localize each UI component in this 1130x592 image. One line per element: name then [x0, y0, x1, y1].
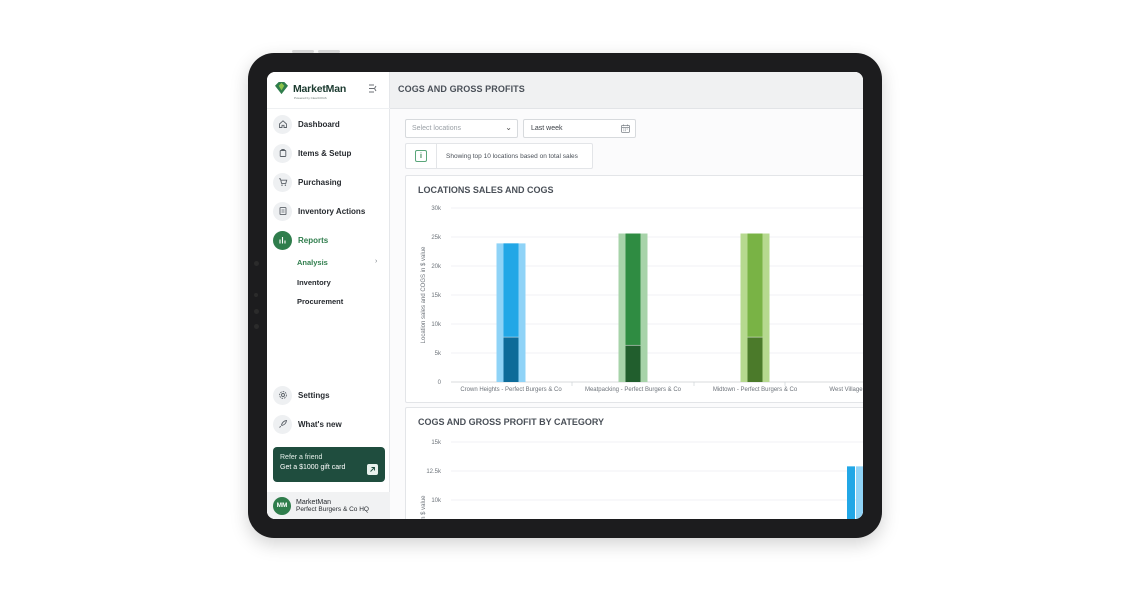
- y-tick-label: 0: [438, 380, 442, 386]
- tablet-camera-dot: [254, 261, 259, 266]
- y-tick-label: 15k: [431, 440, 442, 446]
- avatar: MM: [273, 496, 291, 515]
- refer-subtitle: Get a $1000 gift card: [280, 464, 346, 471]
- y-tick-label: 20k: [431, 264, 442, 270]
- logo-text: MarketMan: [293, 82, 347, 95]
- app-screen: MarketMan Powered by ClearCOGS Dashboard…: [267, 72, 863, 519]
- rocket-icon: [273, 414, 292, 434]
- bar: [747, 337, 763, 382]
- sidebar-subitem-inventory[interactable]: Inventory: [297, 278, 331, 287]
- sidebar-item-settings[interactable]: Settings: [273, 385, 330, 405]
- items-icon: [273, 143, 292, 163]
- y-axis-label: COGS in $ value: [421, 495, 427, 519]
- calendar-icon: [621, 124, 630, 133]
- y-tick-label: 10k: [431, 498, 442, 504]
- info-banner: i Showing top 10 locations based on tota…: [405, 143, 593, 169]
- inventory-icon: [273, 201, 292, 221]
- tablet-camera-dot: [254, 293, 258, 297]
- tablet-button: [292, 50, 314, 53]
- refer-friend-card[interactable]: Refer a friend Get a $1000 gift card: [273, 447, 385, 482]
- sidebar-item-dashboard[interactable]: Dashboard: [273, 114, 340, 134]
- bar: [625, 345, 641, 382]
- sidebar-item-purchasing[interactable]: Purchasing: [273, 172, 342, 192]
- logo-subtext: Powered by ClearCOGS: [294, 96, 327, 100]
- cogs-gross-profit-chart: 10k 12.5k 15k COGS in $ value: [421, 440, 863, 519]
- y-axis-label: Location sales and COGS in $ value: [421, 246, 427, 343]
- sidebar-item-label: Inventory Actions: [298, 206, 366, 216]
- x-tick-label: West Village: [829, 387, 863, 393]
- bar: [625, 233, 641, 346]
- tablet-button: [318, 50, 340, 53]
- home-icon: [273, 114, 292, 134]
- tablet-camera-dot: [254, 309, 259, 314]
- sidebar-item-label: Purchasing: [298, 177, 342, 187]
- chevron-down-icon: ⌄: [505, 123, 512, 132]
- sidebar: MarketMan Powered by ClearCOGS Dashboard…: [267, 72, 390, 519]
- page-title: COGS AND GROSS PROFITS: [398, 84, 525, 94]
- sidebar-item-reports[interactable]: Reports: [273, 230, 328, 250]
- x-tick-label: Crown Heights - Perfect Burgers & Co: [460, 387, 562, 393]
- cogs-gross-profit-card: COGS AND GROSS PROFIT BY CATEGORY 10k 12.…: [405, 407, 863, 519]
- x-tick-label: Midtown - Perfect Burgers & Co: [713, 387, 798, 393]
- sidebar-item-items-setup[interactable]: Items & Setup: [273, 143, 351, 163]
- x-tick-label: Meatpacking - Perfect Burgers & Co: [585, 387, 682, 393]
- bar: [503, 243, 519, 338]
- bar: [503, 337, 519, 382]
- stage: MarketMan Powered by ClearCOGS Dashboard…: [0, 0, 1130, 592]
- sidebar-item-label: Settings: [298, 390, 330, 400]
- logo[interactable]: MarketMan: [274, 82, 346, 95]
- location-select-placeholder: Select locations: [412, 125, 462, 132]
- logo-icon: [275, 82, 288, 95]
- bar: [747, 233, 763, 338]
- location-sales-cogs-chart: 0 5k 10k 15k 20k 25k 30k Location sales and COG…: [421, 206, 863, 393]
- reports-icon: [273, 230, 292, 250]
- y-tick-label: 5k: [435, 351, 442, 357]
- bar: [847, 466, 855, 519]
- user-profile[interactable]: MM MarketMan Perfect Burgers & Co HQ: [267, 492, 390, 519]
- tablet-frame: MarketMan Powered by ClearCOGS Dashboard…: [248, 50, 882, 538]
- y-tick-label: 25k: [431, 235, 442, 241]
- bar: [856, 466, 863, 519]
- sidebar-item-whats-new[interactable]: What's new: [273, 414, 342, 434]
- user-name: MarketMan: [296, 498, 332, 506]
- info-divider: [436, 144, 437, 168]
- sidebar-divider: [267, 108, 390, 109]
- sidebar-item-label: Items & Setup: [298, 148, 352, 158]
- tablet-camera-dot: [254, 324, 259, 329]
- sidebar-item-label: Dashboard: [298, 119, 340, 129]
- sidebar-item-label: What's new: [298, 419, 342, 429]
- location-select[interactable]: Select locations ⌄: [405, 119, 518, 138]
- cart-icon: [273, 172, 292, 192]
- y-tick-label: 15k: [431, 293, 442, 299]
- chevron-right-icon: ›: [375, 258, 378, 265]
- location-sales-cogs-card: LOCATIONS SALES AND COGS 0 5k 10k 15k 20k 25k…: [405, 175, 863, 403]
- info-text: Showing top 10 locations based on total …: [446, 153, 578, 160]
- y-tick-label: 30k: [431, 206, 442, 212]
- date-range-field[interactable]: Last week: [523, 119, 636, 138]
- gear-icon: [273, 385, 292, 405]
- page-header: COGS AND GROSS PROFITS: [390, 72, 863, 109]
- date-range-value: Last week: [531, 125, 563, 132]
- y-tick-label: 10k: [431, 322, 442, 328]
- main-area: COGS AND GROSS PROFITS Select locations …: [390, 72, 863, 519]
- user-org: Perfect Burgers & Co HQ: [296, 505, 369, 513]
- report-content: Select locations ⌄ Last week i Showing t…: [390, 109, 863, 519]
- sidebar-subitem-analysis[interactable]: Analysis: [297, 258, 328, 267]
- collapse-icon[interactable]: [368, 84, 378, 95]
- external-link-icon[interactable]: [367, 464, 378, 475]
- sidebar-item-label: Reports: [298, 235, 329, 245]
- sidebar-subitem-procurement[interactable]: Procurement: [297, 297, 343, 306]
- sidebar-item-inventory-actions[interactable]: Inventory Actions: [273, 201, 365, 221]
- info-icon: i: [415, 150, 427, 162]
- y-tick-label: 12.5k: [426, 469, 442, 475]
- refer-title: Refer a friend: [280, 454, 323, 461]
